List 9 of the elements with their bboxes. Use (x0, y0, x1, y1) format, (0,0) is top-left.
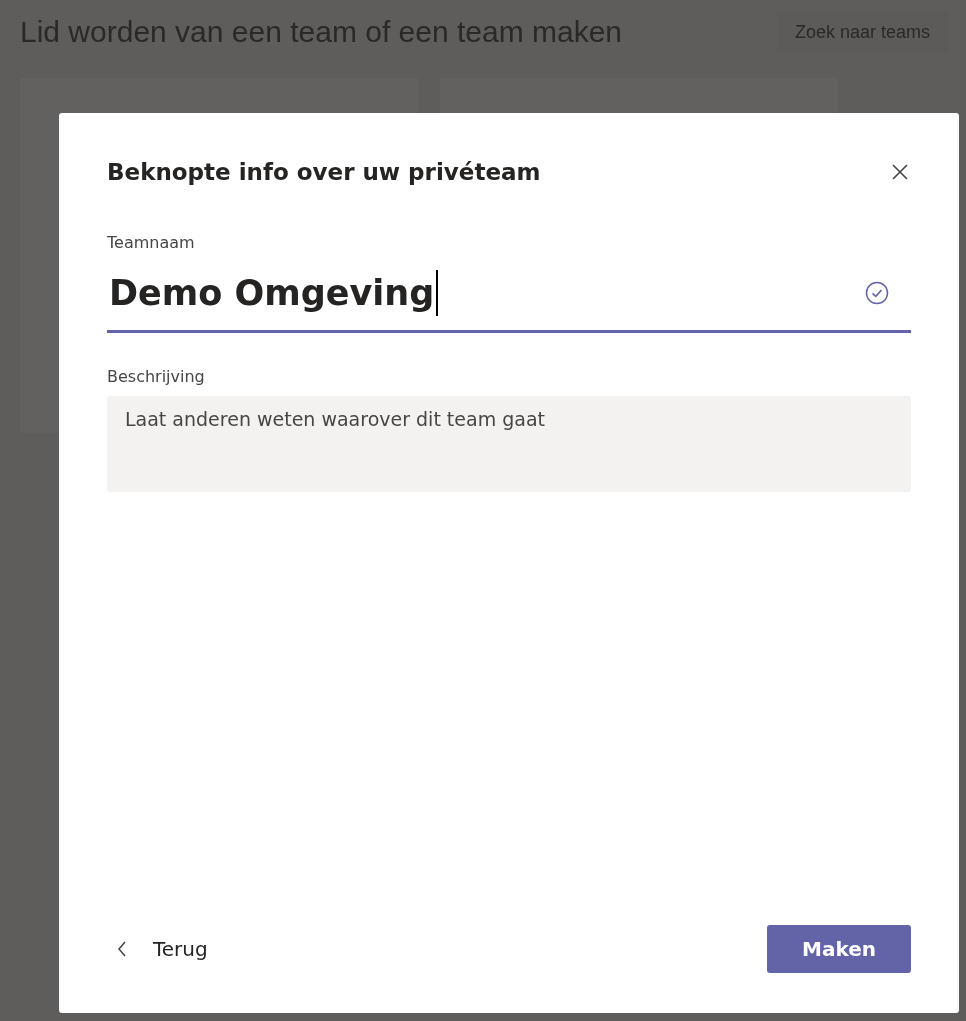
field-label: Beschrijving (107, 367, 205, 386)
back-button[interactable]: Terug (107, 937, 208, 961)
dialog-title: Beknopte info over uw privéteam (107, 159, 541, 185)
close-icon[interactable] (891, 163, 909, 181)
field-label: Teamnaam (107, 233, 195, 252)
create-button[interactable]: Maken (767, 925, 911, 973)
description-field[interactable]: Laat anderen weten waarover dit team gaat (107, 396, 911, 492)
team-name-field[interactable]: Demo Omgeving (107, 256, 911, 333)
chevron-left-icon (117, 941, 127, 957)
